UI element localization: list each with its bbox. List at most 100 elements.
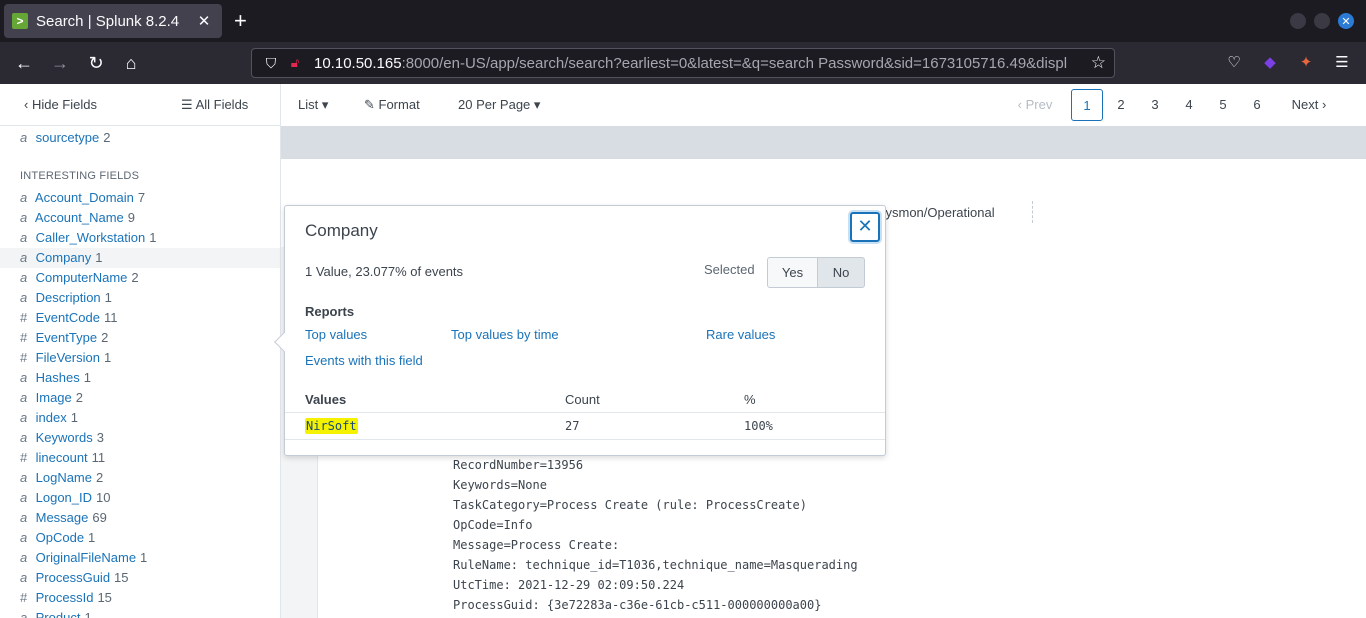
field-name[interactable]: ProcessId bbox=[36, 590, 94, 605]
top-values-link[interactable]: Top values bbox=[305, 327, 367, 342]
url-bar[interactable]: ⛉ 🔓︎ 10.10.50.165:8000/en-US/app/search/… bbox=[251, 48, 1115, 78]
selected-yes-button[interactable]: Yes bbox=[767, 257, 818, 288]
highlighted-value[interactable]: NirSoft bbox=[305, 418, 358, 434]
reload-icon[interactable]: ↻ bbox=[85, 52, 107, 74]
values-column-header: Values bbox=[305, 392, 347, 407]
field-name[interactable]: Company bbox=[36, 250, 92, 265]
events-with-field-link[interactable]: Events with this field bbox=[305, 353, 423, 368]
field-name[interactable]: Message bbox=[36, 510, 89, 525]
maximize-button[interactable] bbox=[1314, 13, 1330, 29]
splunk-content: ‹ Hide Fields ☰ All Fields a sourcetype 2… bbox=[0, 84, 1366, 618]
sidebar-field[interactable]: # EventType 2 bbox=[20, 330, 108, 345]
prev-page-button[interactable]: ‹ Prev bbox=[1011, 89, 1059, 121]
popover-close-button[interactable]: ✕ bbox=[850, 212, 880, 242]
sidebar-field[interactable]: a Account_Domain 7 bbox=[20, 190, 145, 205]
sidebar-field[interactable]: # FileVersion 1 bbox=[20, 350, 111, 365]
sidebar-field[interactable]: a index 1 bbox=[20, 410, 78, 425]
field-name[interactable]: Keywords bbox=[36, 430, 93, 445]
field-name[interactable]: Caller_Workstation bbox=[36, 230, 146, 245]
field-name[interactable]: OpCode bbox=[36, 530, 84, 545]
sidebar-field[interactable]: a LogName 2 bbox=[20, 470, 103, 485]
page-4-button[interactable]: 4 bbox=[1177, 89, 1201, 121]
browser-nav-bar: ← → ↻ ⌂ ⛉ 🔓︎ 10.10.50.165:8000/en-US/app… bbox=[0, 42, 1366, 84]
event-raw-line[interactable]: RuleName: technique_id=T1036,technique_n… bbox=[453, 558, 858, 572]
home-icon[interactable]: ⌂ bbox=[120, 52, 142, 74]
tracking-shield-icon[interactable]: ⛉ bbox=[260, 55, 282, 72]
field-name[interactable]: Description bbox=[36, 290, 101, 305]
all-fields-link[interactable]: ☰ All Fields bbox=[181, 97, 248, 113]
field-name[interactable]: Image bbox=[36, 390, 72, 405]
sidebar-field[interactable]: # EventCode 11 bbox=[20, 310, 117, 325]
url-text[interactable]: 10.10.50.165:8000/en-US/app/search/searc… bbox=[314, 55, 1084, 72]
field-name[interactable]: Logon_ID bbox=[36, 490, 92, 505]
top-values-by-time-link[interactable]: Top values by time bbox=[451, 327, 559, 342]
back-arrow-icon[interactable]: ← bbox=[13, 52, 35, 74]
sidebar-field[interactable]: a Caller_Workstation 1 bbox=[20, 230, 156, 245]
sidebar-field[interactable]: a OpCode 1 bbox=[20, 530, 95, 545]
field-name[interactable]: ProcessGuid bbox=[36, 570, 110, 585]
sidebar-field[interactable]: a Description 1 bbox=[20, 290, 112, 305]
sidebar-field[interactable]: a Message 69 bbox=[20, 510, 107, 525]
value-cell[interactable]: NirSoft bbox=[305, 418, 358, 434]
sidebar-field[interactable]: a Keywords 3 bbox=[20, 430, 104, 445]
sidebar-field[interactable]: a Company 1 bbox=[20, 250, 103, 265]
field-name[interactable]: Account_Name bbox=[35, 210, 124, 225]
field-type-indicator: a bbox=[20, 610, 28, 618]
page-1-button[interactable]: 1 bbox=[1071, 89, 1103, 121]
sidebar-field[interactable]: a ProcessGuid 15 bbox=[20, 570, 129, 585]
page-3-button[interactable]: 3 bbox=[1143, 89, 1167, 121]
event-raw-line[interactable]: Keywords=None bbox=[453, 478, 547, 492]
event-raw-line[interactable]: ProcessGuid: {3e72283a-c36e-61cb-c511-00… bbox=[453, 598, 821, 612]
event-raw-line[interactable]: OpCode=Info bbox=[453, 518, 532, 532]
extension-icon[interactable]: ◆ bbox=[1261, 54, 1279, 72]
menu-hamburger-icon[interactable]: ☰ bbox=[1333, 54, 1351, 72]
next-page-button[interactable]: Next › bbox=[1285, 89, 1333, 121]
page-2-button[interactable]: 2 bbox=[1109, 89, 1133, 121]
page-6-button[interactable]: 6 bbox=[1245, 89, 1269, 121]
event-raw-line[interactable]: TaskCategory=Process Create (rule: Proce… bbox=[453, 498, 807, 512]
field-name[interactable]: OriginalFileName bbox=[36, 550, 136, 565]
pocket-icon[interactable]: ♡ bbox=[1225, 54, 1243, 72]
field-name[interactable]: Account_Domain bbox=[35, 190, 134, 205]
field-name[interactable]: FileVersion bbox=[36, 350, 100, 365]
event-raw-line[interactable]: RecordNumber=13956 bbox=[453, 458, 583, 472]
field-name[interactable]: ComputerName bbox=[36, 270, 128, 285]
selected-no-button[interactable]: No bbox=[817, 257, 865, 288]
sidebar-field[interactable]: a Image 2 bbox=[20, 390, 83, 405]
event-raw-line[interactable]: UtcTime: 2021-12-29 02:09:50.224 bbox=[453, 578, 684, 592]
sidebar-field[interactable]: a Logon_ID 10 bbox=[20, 490, 110, 505]
sidebar-field[interactable]: # ProcessId 15 bbox=[20, 590, 112, 605]
sidebar-field[interactable]: a Account_Name 9 bbox=[20, 210, 135, 225]
tab-close-icon[interactable]: ✕ bbox=[194, 12, 214, 30]
event-raw-line[interactable]: Message=Process Create: bbox=[453, 538, 619, 552]
minimize-button[interactable] bbox=[1290, 13, 1306, 29]
sidebar-field[interactable]: # linecount 11 bbox=[20, 450, 105, 465]
browser-tab[interactable]: > Search | Splunk 8.2.4 ✕ bbox=[4, 4, 222, 38]
field-name[interactable]: Hashes bbox=[36, 370, 80, 385]
hide-fields-link[interactable]: ‹ Hide Fields bbox=[24, 97, 97, 112]
page-5-button[interactable]: 5 bbox=[1211, 89, 1235, 121]
bookmark-star-icon[interactable]: ☆ bbox=[1091, 53, 1106, 73]
format-dropdown[interactable]: ✎ Format bbox=[364, 97, 420, 113]
field-name[interactable]: EventType bbox=[36, 330, 97, 345]
field-sourcetype[interactable]: a sourcetype 2 bbox=[20, 130, 110, 145]
sidebar-field[interactable]: a Product 1 bbox=[20, 610, 92, 618]
sidebar-field[interactable]: a OriginalFileName 1 bbox=[20, 550, 147, 565]
forward-arrow-icon[interactable]: → bbox=[49, 52, 71, 74]
per-page-dropdown[interactable]: 20 Per Page ▾ bbox=[458, 97, 540, 113]
sidebar-field[interactable]: a ComputerName 2 bbox=[20, 270, 139, 285]
foxyproxy-icon[interactable]: ✦ bbox=[1297, 54, 1315, 72]
field-name[interactable]: LogName bbox=[36, 470, 92, 485]
insecure-lock-icon[interactable]: 🔓︎ bbox=[286, 55, 304, 71]
rare-values-link[interactable]: Rare values bbox=[706, 327, 775, 342]
field-count: 1 bbox=[88, 530, 96, 545]
field-name[interactable]: index bbox=[36, 410, 67, 425]
window-close-button[interactable]: ✕ bbox=[1338, 13, 1354, 29]
list-dropdown[interactable]: List ▾ bbox=[298, 97, 328, 113]
field-name[interactable]: EventCode bbox=[36, 310, 100, 325]
new-tab-button[interactable]: + bbox=[234, 8, 247, 34]
sidebar-field[interactable]: a Hashes 1 bbox=[20, 370, 91, 385]
field-name[interactable]: Product bbox=[36, 610, 81, 618]
field-type-indicator: a bbox=[20, 390, 28, 405]
field-name[interactable]: linecount bbox=[36, 450, 88, 465]
